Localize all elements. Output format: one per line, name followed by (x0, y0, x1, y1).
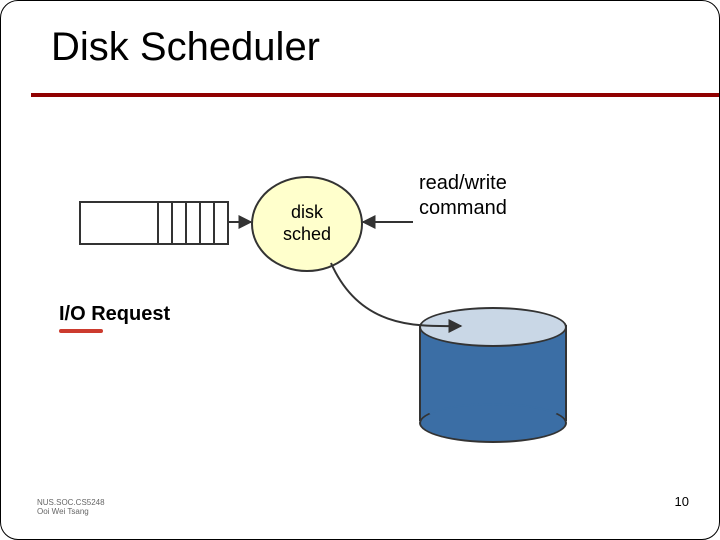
read-write-label: read/write command (419, 171, 507, 221)
arrows-overlay (1, 1, 720, 540)
disk-bottom-ellipse (419, 403, 567, 443)
queue-slot (157, 203, 171, 243)
queue-slot (171, 203, 185, 243)
io-request-label: I/O Request (59, 303, 170, 326)
disk-sched-label: disk sched (283, 202, 331, 245)
disk-top-ellipse (419, 307, 567, 347)
queue-slot (213, 203, 227, 243)
page-number: 10 (675, 494, 689, 509)
footer-credit: NUS.SOC.CS5248 Ooi Wei Tsang (37, 498, 105, 517)
title-rule (31, 93, 719, 97)
disk-cylinder (419, 307, 563, 439)
io-underline (59, 329, 103, 333)
request-queue (79, 201, 229, 245)
credit-line-1: NUS.SOC.CS5248 (37, 498, 105, 508)
credit-line-2: Ooi Wei Tsang (37, 507, 105, 517)
queue-slot (199, 203, 213, 243)
disk-sched-node: disk sched (251, 176, 363, 272)
slide-title: Disk Scheduler (51, 25, 320, 70)
queue-slot (185, 203, 199, 243)
